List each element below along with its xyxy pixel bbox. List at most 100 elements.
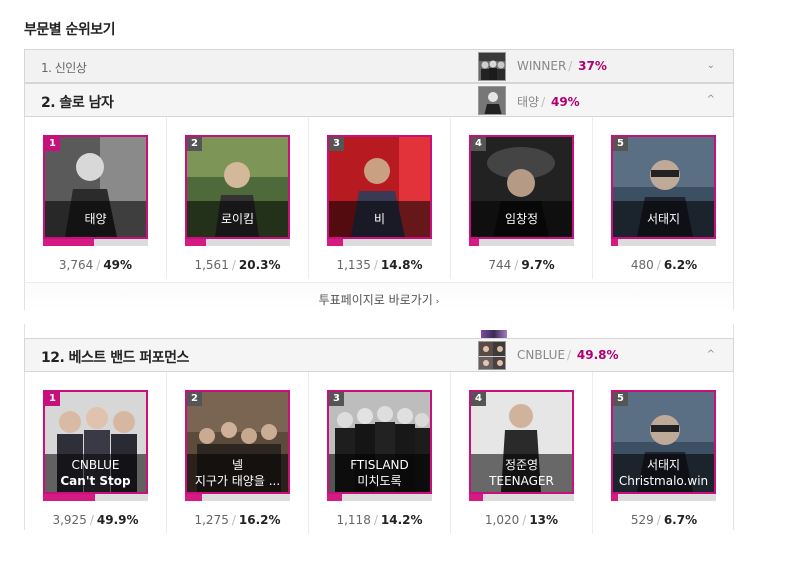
winner-name: WINNER (517, 59, 567, 73)
category-header-rookie[interactable]: 1. 신인상 WINNER/ 37% ⌄ (24, 49, 734, 83)
category-header-solo-male[interactable]: 2. 솔로 남자 태양/ 49% ^ (24, 83, 734, 117)
nominee-card[interactable]: 2 로이킴 1,561/20.3% (167, 117, 309, 279)
vote-bar (327, 494, 432, 501)
nominee-caption: 정준영 TEENAGER (471, 454, 572, 492)
nominee-name: 서태지 (613, 201, 714, 237)
separator: / (567, 348, 572, 362)
vote-bar (185, 494, 290, 501)
nominee-photo[interactable]: 4 임창정 (469, 135, 574, 239)
nominee-card[interactable]: 2 넬 지구가 태양을 ... 1,275/16.2% (167, 372, 309, 534)
nominee-photo[interactable]: 5 서태지 Christmalo.win (611, 390, 716, 494)
nominee-caption: CNBLUE Can't Stop (45, 454, 146, 492)
nominee-card[interactable]: 5 서태지 480/6.2% (593, 117, 735, 279)
rank-badge: 4 (471, 392, 486, 406)
vote-percent: 6.7% (663, 513, 698, 527)
nominee-card[interactable]: 4 정준영 TEENAGER 1,020/13% (451, 372, 593, 534)
vote-bar-fill (469, 494, 483, 501)
nominee-song: TEENAGER (489, 474, 554, 488)
rank-badge: 5 (613, 137, 628, 151)
nominee-song: 지구가 태양을 ... (194, 474, 281, 488)
nominee-card[interactable]: 1 태양 3,764/49% (25, 117, 167, 279)
separator: / (373, 258, 378, 272)
vote-bar-fill (43, 494, 96, 501)
separator: / (231, 513, 236, 527)
rank-badge: 2 (187, 137, 202, 151)
nominee-caption: 서태지 Christmalo.win (613, 454, 714, 492)
winner-thumbnail (478, 52, 506, 81)
vote-percent: 49.9% (96, 513, 139, 527)
nominee-name: 서태지 (646, 458, 681, 472)
nominee-song: 미치도록 (357, 474, 402, 488)
rank-badge: 1 (45, 392, 60, 406)
nominee-card[interactable]: 3 FTISLAND 미치도록 1,118/14.2% (309, 372, 451, 534)
vote-bar-fill (611, 239, 618, 246)
category-label: 2. 솔로 남자 (41, 95, 114, 111)
separator: / (656, 258, 661, 272)
vote-bar-fill (327, 494, 342, 501)
rank-badge: 1 (45, 137, 60, 151)
partial-thumbnail (481, 330, 507, 338)
winner-percent: 49% (550, 95, 580, 109)
vote-count: 1,135 (336, 258, 371, 272)
nominee-photo[interactable]: 5 서태지 (611, 135, 716, 239)
nominee-card[interactable]: 1 CNBLUE Can't Stop 3,925/49.9% (25, 372, 167, 534)
vote-bar (469, 239, 574, 246)
vote-count: 1,275 (194, 513, 229, 527)
vote-count: 529 (630, 513, 654, 527)
category-label: 1. 신인상 (41, 61, 87, 75)
chevron-up-icon[interactable]: ^ (707, 94, 715, 105)
nominee-card[interactable]: 3 비 1,135/14.8% (309, 117, 451, 279)
winner-name: CNBLUE (517, 348, 566, 362)
nominee-photo[interactable]: 1 태양 (43, 135, 148, 239)
nominee-photo[interactable]: 3 비 (327, 135, 432, 239)
vote-stats: 1,561/20.3% (167, 258, 308, 272)
vote-stats: 529/6.7% (593, 513, 735, 527)
nominee-song: Christmalo.win (618, 474, 709, 488)
nominee-photo[interactable]: 1 CNBLUE Can't Stop (43, 390, 148, 494)
nominee-card[interactable]: 5 서태지 Christmalo.win 529/6.7% (593, 372, 735, 534)
winner-percent: 37% (578, 59, 607, 73)
vote-bar (469, 494, 574, 501)
chevron-right-icon: › (435, 297, 440, 307)
nominee-name: CNBLUE (71, 458, 120, 472)
page-title: 부문별 순위보기 (24, 22, 116, 38)
nominee-name: 로이킴 (187, 201, 288, 237)
vote-count: 744 (488, 258, 512, 272)
vote-percent: 9.7% (521, 258, 555, 272)
vote-stats: 3,925/49.9% (25, 513, 166, 527)
vote-percent: 13% (529, 513, 559, 527)
rank-badge: 5 (613, 392, 628, 406)
vote-count: 1,020 (484, 513, 520, 527)
chevron-up-icon[interactable]: ^ (707, 349, 715, 360)
vote-page-link[interactable]: 투표페이지로 바로가기 › (24, 282, 734, 310)
nominee-photo[interactable]: 4 정준영 TEENAGER (469, 390, 574, 494)
rank-badge: 2 (187, 392, 202, 406)
vote-bar (327, 239, 432, 246)
chevron-down-icon[interactable]: ⌄ (707, 60, 715, 71)
winner-info: 태양/ 49% (517, 93, 580, 110)
rank-badge: 4 (471, 137, 486, 151)
vote-stats: 744/9.7% (451, 258, 592, 272)
nominee-card[interactable]: 4 임창정 744/9.7% (451, 117, 593, 279)
vote-stats: 1,118/14.2% (309, 513, 450, 527)
vote-bar-fill (327, 239, 343, 246)
nominee-photo[interactable]: 2 넬 지구가 태양을 ... (185, 390, 290, 494)
vote-stats: 1,020/13% (451, 513, 592, 527)
nominee-caption: 넬 지구가 태양을 ... (187, 454, 288, 492)
nominee-name: 비 (329, 201, 430, 237)
nominee-name: 임창정 (471, 201, 572, 237)
vote-page-link-label: 투표페이지로 바로가기 (318, 293, 433, 307)
nominee-photo[interactable]: 2 로이킴 (185, 135, 290, 239)
vote-stats: 1,135/14.8% (309, 258, 450, 272)
vote-stats: 3,764/49% (25, 258, 166, 272)
separator: / (96, 258, 101, 272)
vote-bar-fill (43, 239, 95, 246)
vote-percent: 16.2% (238, 513, 281, 527)
nominee-name: 정준영 (504, 458, 539, 472)
nominee-name: 태양 (45, 201, 146, 237)
category-header-best-band[interactable]: 12. 베스트 밴드 퍼포먼스 CNBLUE/ 49.8% ^ (24, 338, 734, 372)
vote-stats: 480/6.2% (593, 258, 735, 272)
nominee-photo[interactable]: 3 FTISLAND 미치도록 (327, 390, 432, 494)
vote-bar-fill (469, 239, 480, 246)
category-label: 12. 베스트 밴드 퍼포먼스 (41, 350, 189, 366)
